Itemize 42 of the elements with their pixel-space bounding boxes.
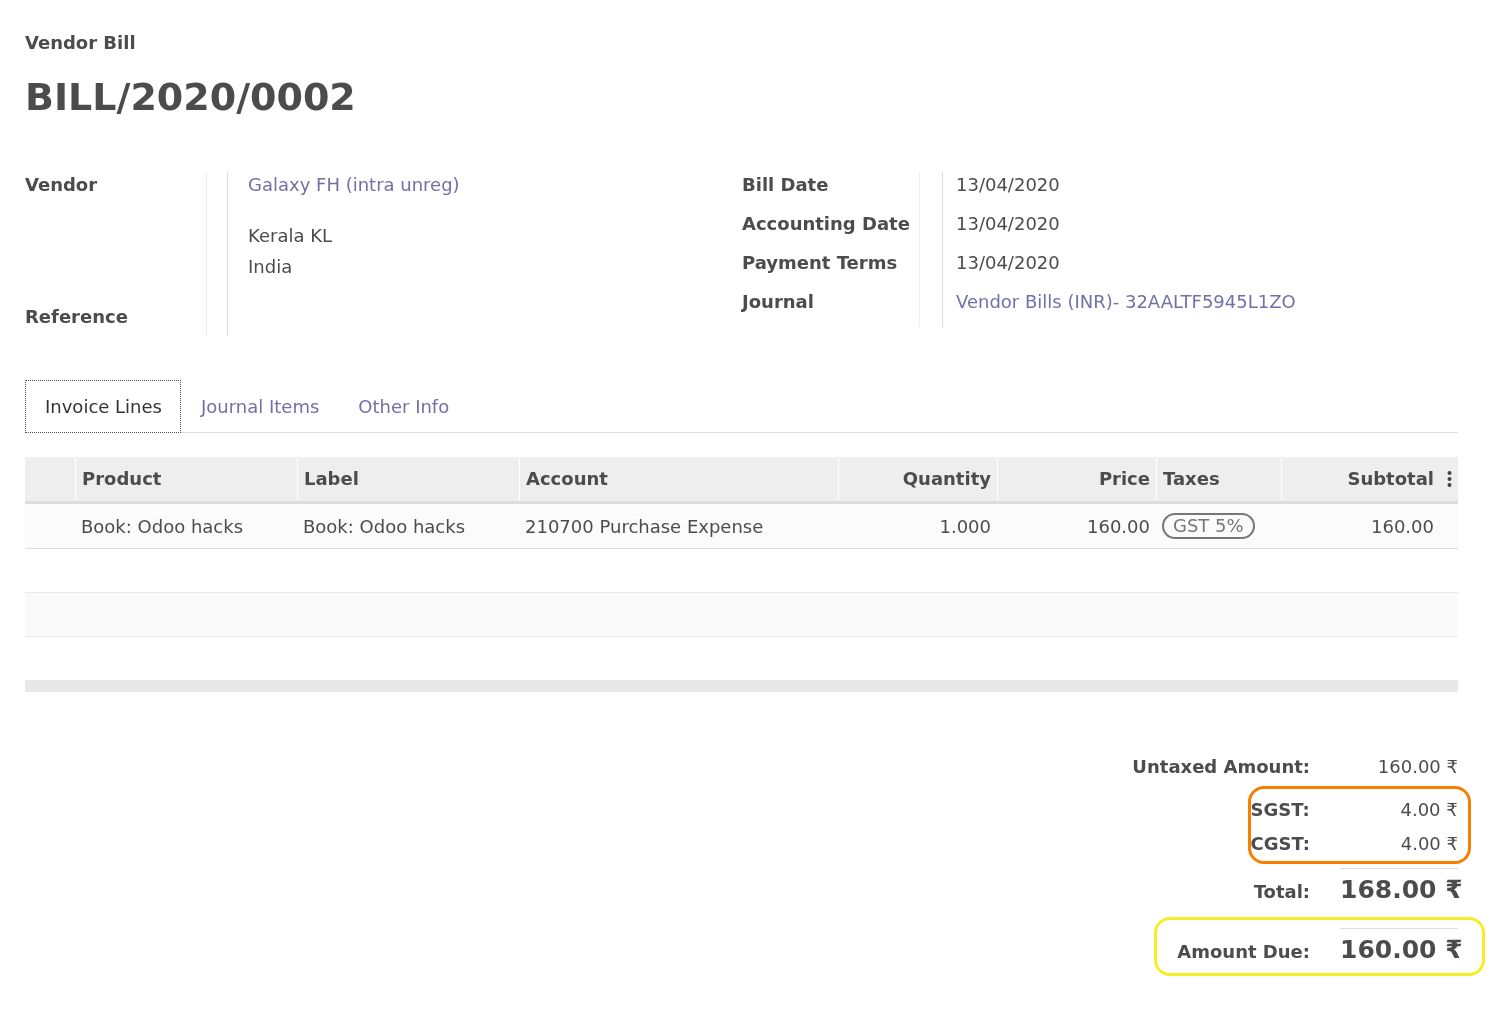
column-header[interactable]: Account: [519, 457, 838, 501]
column-header[interactable]: Quantity: [838, 457, 997, 501]
vendor-link[interactable]: Galaxy FH (intra unreg): [248, 172, 460, 198]
total-value: 160.00 ₹: [1376, 755, 1458, 779]
address-line: India: [248, 255, 294, 279]
bill-number: BILL/2020/0002: [25, 74, 357, 121]
total-label: SGST:: [1250, 798, 1310, 822]
field-label: Reference: [25, 305, 129, 329]
column-header[interactable]: Product: [75, 457, 297, 501]
tab[interactable]: Journal Items: [180, 380, 339, 433]
more-options-icon[interactable]: [1446, 470, 1452, 488]
total-value: 4.00 ₹: [1399, 832, 1458, 856]
column-header[interactable]: Subtotal: [1281, 457, 1440, 501]
table-cell-text: Book: Odoo hacks: [80, 515, 245, 537]
field-label: Journal: [742, 290, 815, 314]
table-row[interactable]: Book: Odoo hacks Book: Odoo hacks 210700 Purchase Expense 1.000 160.00 GST 5% 160.00: [25, 504, 1458, 549]
tab[interactable]: Invoice Lines: [25, 380, 181, 433]
table-cell-text: 210700 Purchase Expense: [524, 515, 765, 537]
table-cell-text: 160.00: [1370, 515, 1435, 537]
address-line: Kerala KL: [248, 224, 333, 248]
column-header[interactable]: Label: [297, 457, 519, 501]
tax-tag: GST 5%: [1162, 513, 1255, 539]
column-header[interactable]: Price: [997, 457, 1156, 501]
table-cell-text: 1.000: [938, 515, 992, 537]
total-label: Amount Due:: [1177, 940, 1310, 964]
field-label: Vendor: [25, 173, 99, 197]
field-label: Bill Date: [742, 173, 830, 197]
field-value: 13/04/2020: [956, 173, 1061, 197]
journal-link[interactable]: Vendor Bills (INR)- 32AALTF5945L1ZO: [956, 289, 1296, 315]
field-value: 13/04/2020: [956, 212, 1061, 236]
total-label: Untaxed Amount:: [1132, 755, 1310, 779]
tab[interactable]: Other Info: [338, 380, 469, 433]
field-label: Accounting Date: [742, 212, 911, 236]
field-label: Payment Terms: [742, 251, 899, 275]
table-cell-text: 160.00: [1086, 515, 1151, 537]
field-value: 13/04/2020: [956, 251, 1061, 275]
total-label: Total:: [1253, 880, 1310, 904]
table-cell-text: Book: Odoo hacks: [302, 515, 467, 537]
total-value: 4.00 ₹: [1399, 798, 1458, 822]
document-type: Vendor Bill: [25, 31, 137, 55]
total-label: CGST:: [1250, 832, 1310, 856]
column-header[interactable]: Taxes: [1156, 457, 1281, 501]
